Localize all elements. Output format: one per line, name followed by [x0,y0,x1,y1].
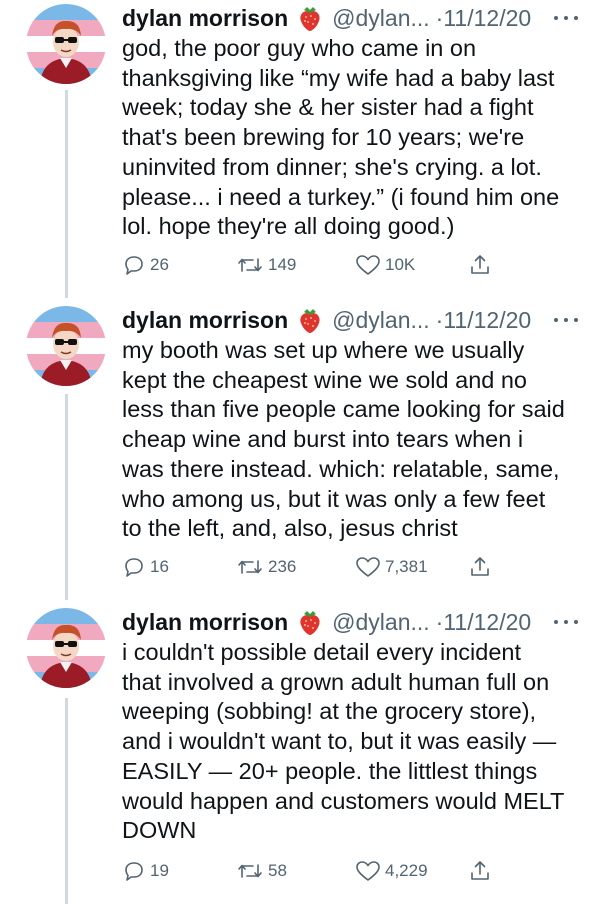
strawberry-icon [296,306,324,334]
like-count: 10K [385,255,416,274]
avatar[interactable] [26,306,106,386]
heart-icon [355,253,381,277]
reply-count: 16 [150,557,169,576]
user-handle[interactable]: @dylan... [332,5,430,32]
display-name[interactable]: dylan morrison [122,5,288,32]
more-options-icon[interactable] [554,315,578,325]
tweet[interactable]: dylan morrison @dylan... · 11/12/20 i co… [0,608,600,904]
retweet-button[interactable]: 236 [236,555,296,579]
retweet-count: 58 [268,861,287,880]
retweet-count: 236 [268,557,297,576]
like-count: 7,381 [385,557,428,576]
share-button[interactable] [468,555,492,579]
share-button[interactable] [468,253,492,277]
avatar-image [26,608,106,688]
reply-button[interactable]: 16 [122,555,169,579]
tweet[interactable]: dylan morrison @dylan... · 11/12/20 my b… [0,306,600,596]
heart-icon [355,555,381,579]
reply-button[interactable]: 19 [122,859,169,883]
tweet-date[interactable]: 11/12/20 [443,609,531,636]
strawberry-icon [296,608,324,636]
avatar[interactable] [26,4,106,84]
display-name[interactable]: dylan morrison [122,307,288,334]
retweet-icon [236,555,264,579]
reply-count: 26 [150,255,169,274]
retweet-icon [236,253,264,277]
user-handle[interactable]: @dylan... [332,307,430,334]
tweet[interactable]: dylan morrison @dylan... · 11/12/20 god,… [0,4,600,294]
separator-dot: · [435,306,444,333]
share-icon [468,253,492,277]
separator-dot: · [435,4,444,31]
tweet-date[interactable]: 11/12/20 [443,5,531,32]
retweet-button[interactable]: 149 [236,253,296,277]
reply-icon [122,555,146,579]
like-button[interactable]: 10K [355,253,415,277]
share-icon [468,859,492,883]
share-icon [468,555,492,579]
reply-count: 19 [150,861,169,880]
reply-icon [122,859,146,883]
reply-icon [122,253,146,277]
share-button[interactable] [468,859,492,883]
avatar-image [26,4,106,84]
strawberry-icon [296,4,324,32]
tweet-date[interactable]: 11/12/20 [443,307,531,334]
retweet-count: 149 [268,255,297,274]
retweet-button[interactable]: 58 [236,859,287,883]
avatar-image [26,306,106,386]
display-name[interactable]: dylan morrison [122,609,288,636]
avatar[interactable] [26,608,106,688]
tweet-text: god, the poor guy who came in on thanksg… [122,35,560,240]
retweet-icon [236,859,264,883]
tweet-thread: dylan morrison @dylan... · 11/12/20 god,… [0,0,600,904]
heart-icon [355,859,381,883]
separator-dot: · [435,608,444,635]
more-options-icon[interactable] [554,617,578,627]
more-options-icon[interactable] [554,13,578,23]
reply-button[interactable]: 26 [122,253,169,277]
user-handle[interactable]: @dylan... [332,609,430,636]
like-button[interactable]: 7,381 [355,555,428,579]
like-button[interactable]: 4,229 [355,859,428,883]
tweet-text: my booth was set up where we usually kep… [122,337,565,542]
like-count: 4,229 [385,861,428,880]
tweet-text: i couldn't possible detail every inciden… [122,639,565,844]
